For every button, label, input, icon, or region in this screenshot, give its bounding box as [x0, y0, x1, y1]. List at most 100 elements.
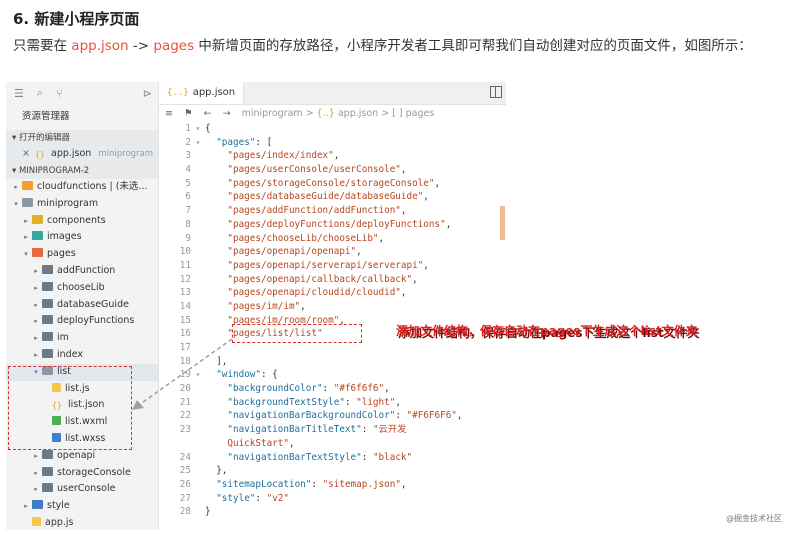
- chevron-right-icon[interactable]: ▸: [32, 481, 40, 498]
- code-token: "pages": [216, 136, 256, 148]
- code-token: "#F6F6F6": [406, 410, 457, 422]
- fold-icon[interactable]: ▾: [191, 122, 205, 136]
- chevron-right-icon[interactable]: ▸: [32, 347, 40, 364]
- tree-item[interactable]: ▸ openapi: [6, 448, 158, 465]
- tab-app-json[interactable]: {..} app.json: [159, 82, 245, 104]
- open-editors-label: 打开的编辑器: [18, 133, 70, 143]
- chevron-right-icon[interactable]: ▸: [12, 179, 20, 196]
- tree-item-label: style: [47, 500, 70, 512]
- intro-text-2: ->: [128, 38, 154, 54]
- tree-item[interactable]: ▾ miniprogram: [6, 196, 158, 213]
- fold-icon[interactable]: ▾: [191, 368, 205, 382]
- tree-item[interactable]: app.js: [6, 515, 158, 532]
- tree-item[interactable]: ▸ images: [6, 229, 158, 246]
- chevron-right-icon[interactable]: ▸: [32, 263, 40, 280]
- code-area[interactable]: 1 ▾{2 ▾ "pages": [3 "pages/index/index", 4 …: [159, 122, 506, 519]
- line-number: 17: [179, 342, 191, 353]
- line-number: 6: [185, 191, 191, 203]
- sidebar-toolbar: ☰ ⌕ ⑂ ⊳: [6, 82, 158, 104]
- debug-icon[interactable]: ⊳: [143, 87, 152, 100]
- chevron-down-icon[interactable]: ▾: [22, 246, 30, 263]
- tree-item[interactable]: ▸ userConsole: [6, 481, 158, 498]
- code-line: 4 "pages/userConsole/userConsole",: [159, 163, 506, 177]
- code-line: 23 "navigationBarTitleText": "云开发: [159, 423, 506, 437]
- chevron-right-icon[interactable]: ▸: [22, 229, 30, 246]
- code-token: : {: [260, 369, 278, 381]
- code-line: 18 ],: [159, 355, 506, 369]
- bookmark-icon[interactable]: ⚑: [184, 108, 193, 119]
- code-token: "backgroundColor": [227, 383, 323, 395]
- tree-item[interactable]: ▸ storageConsole: [6, 465, 158, 482]
- list-icon[interactable]: ☰: [14, 87, 24, 100]
- code-token: "pages/openapi/cloudid/cloudid": [205, 287, 401, 299]
- code-token: "pages/storageConsole/storageConsole": [205, 177, 435, 189]
- split-editor-icon[interactable]: [490, 86, 502, 98]
- project-label: MINIPROGRAM-2: [18, 165, 90, 176]
- open-editor-item[interactable]: × {} app.json miniprogram: [6, 146, 158, 163]
- chevron-right-icon[interactable]: ▸: [22, 498, 30, 515]
- forward-arrow-icon[interactable]: →: [223, 108, 231, 119]
- tree-item[interactable]: ▸ style: [6, 498, 158, 515]
- tree-item[interactable]: ▸ index: [6, 347, 158, 364]
- code-token: :: [361, 451, 373, 463]
- code-line: 13 "pages/openapi/cloudid/cloudid",: [159, 286, 506, 300]
- tree-item[interactable]: ▸ deployFunctions: [6, 313, 158, 330]
- tree-item[interactable]: ▾ pages: [6, 246, 158, 263]
- breadcrumb-item-0[interactable]: miniprogram: [242, 108, 303, 119]
- tree-item[interactable]: ▸ components: [6, 213, 158, 230]
- code-token: {: [205, 123, 211, 134]
- js-icon: [32, 516, 41, 526]
- chevron-right-icon[interactable]: ▸: [32, 465, 40, 482]
- project-section[interactable]: ▾ MINIPROGRAM-2: [6, 162, 158, 179]
- code-line: 1 ▾{: [159, 122, 506, 136]
- code-line: 11 "pages/openapi/serverapi/serverapi",: [159, 259, 506, 273]
- tree-item[interactable]: ▸ addFunction: [6, 263, 158, 280]
- tree-item-label: openapi: [57, 449, 96, 461]
- code-token: :: [255, 492, 267, 504]
- menu-icon[interactable]: ≡: [165, 108, 173, 119]
- chevron-right-icon[interactable]: ▸: [32, 280, 40, 297]
- chevron-right-icon[interactable]: ▸: [32, 297, 40, 314]
- folder-icon: [42, 315, 53, 325]
- chevron-right-icon[interactable]: ▸: [32, 448, 40, 465]
- tree-item[interactable]: ▸ databaseGuide: [6, 297, 158, 314]
- code-line: 21 "backgroundTextStyle": "light",: [159, 396, 506, 410]
- code-token: ,: [456, 410, 463, 422]
- git-branch-icon[interactable]: ⑂: [56, 87, 63, 100]
- chevron-right-icon[interactable]: ▸: [22, 213, 30, 230]
- chevron-right-icon[interactable]: ▸: [32, 313, 40, 330]
- line-number: 16: [179, 328, 191, 340]
- code-token: ,: [384, 383, 390, 395]
- breadcrumb-item-2[interactable]: pages: [406, 108, 435, 119]
- code-line: 7 "pages/addFunction/addFunction",: [159, 204, 506, 218]
- folder-icon: [42, 449, 53, 459]
- line-number: 8: [185, 218, 191, 230]
- code-token: "pages/index/index": [205, 150, 334, 162]
- line-number: 13: [179, 287, 191, 299]
- breadcrumb-item-1[interactable]: app.json: [338, 108, 378, 119]
- code-token: }: [205, 506, 211, 518]
- minimap-marker: [500, 206, 505, 240]
- tree-item[interactable]: ▸ cloudfunctions | (未选...: [6, 179, 158, 196]
- folder-icon: [42, 348, 53, 358]
- search-icon[interactable]: ⌕: [37, 86, 43, 100]
- open-editors-section[interactable]: ▾ 打开的编辑器: [6, 130, 158, 146]
- tree-item[interactable]: ▸ chooseLib: [6, 280, 158, 297]
- tree-item-label: databaseGuide: [57, 298, 129, 310]
- line-number: 14: [179, 300, 191, 312]
- tree-item[interactable]: ▸ im: [6, 330, 158, 347]
- code-token: "light": [356, 396, 396, 408]
- close-icon[interactable]: ×: [22, 148, 30, 159]
- line-number: 18: [179, 355, 191, 367]
- code-token: :: [311, 478, 323, 490]
- code-line: 6 "pages/databaseGuide/databaseGuide",: [159, 190, 506, 204]
- chevron-down-icon[interactable]: ▾: [12, 196, 20, 213]
- tree-item-label: deployFunctions: [57, 315, 135, 327]
- line-number: 3: [185, 150, 191, 162]
- back-arrow-icon[interactable]: ←: [204, 108, 212, 119]
- code-line: 22 "navigationBarBackgroundColor": "#F6F…: [159, 409, 506, 423]
- chevron-right-icon[interactable]: ▸: [32, 330, 40, 347]
- fold-icon[interactable]: ▾: [191, 136, 205, 150]
- line-number: 12: [179, 273, 191, 285]
